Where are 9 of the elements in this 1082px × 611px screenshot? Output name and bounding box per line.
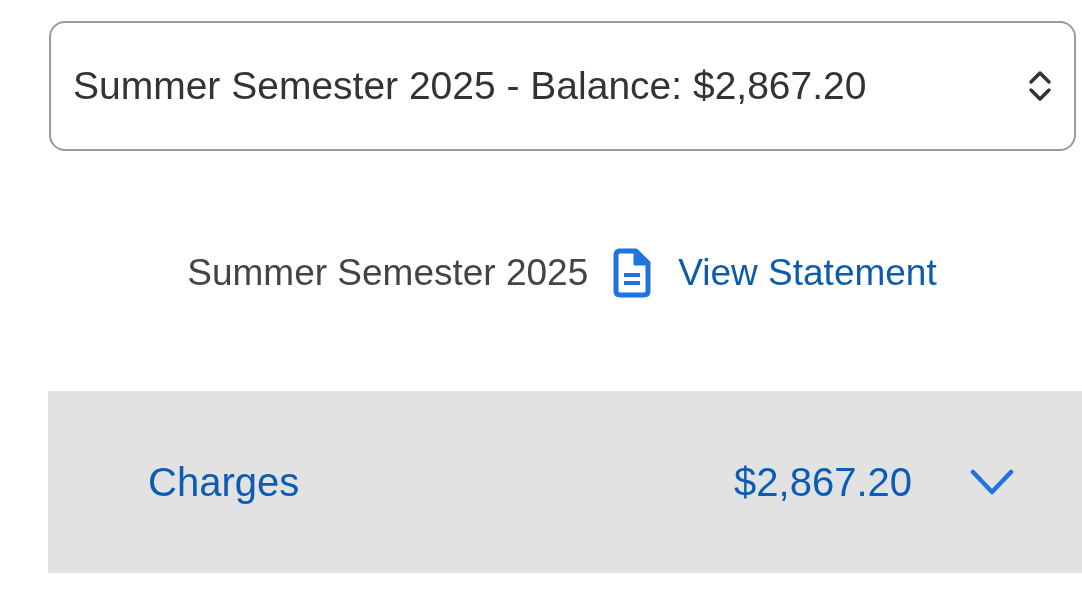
section-label: Charges [148, 459, 300, 505]
term-label: Summer Semester 2025 [187, 252, 589, 294]
document-icon [612, 248, 653, 298]
section-amount: $2,867.20 [734, 459, 912, 505]
view-statement-link[interactable]: View Statement [612, 248, 937, 298]
up-down-chevron-icon [1028, 69, 1052, 103]
term-select-value: Summer Semester 2025 - Balance: $2,867.20 [73, 64, 867, 108]
section-header[interactable]: Charges $2,867.20 [48, 391, 1082, 573]
term-select[interactable]: Summer Semester 2025 - Balance: $2,867.20 [49, 21, 1076, 151]
